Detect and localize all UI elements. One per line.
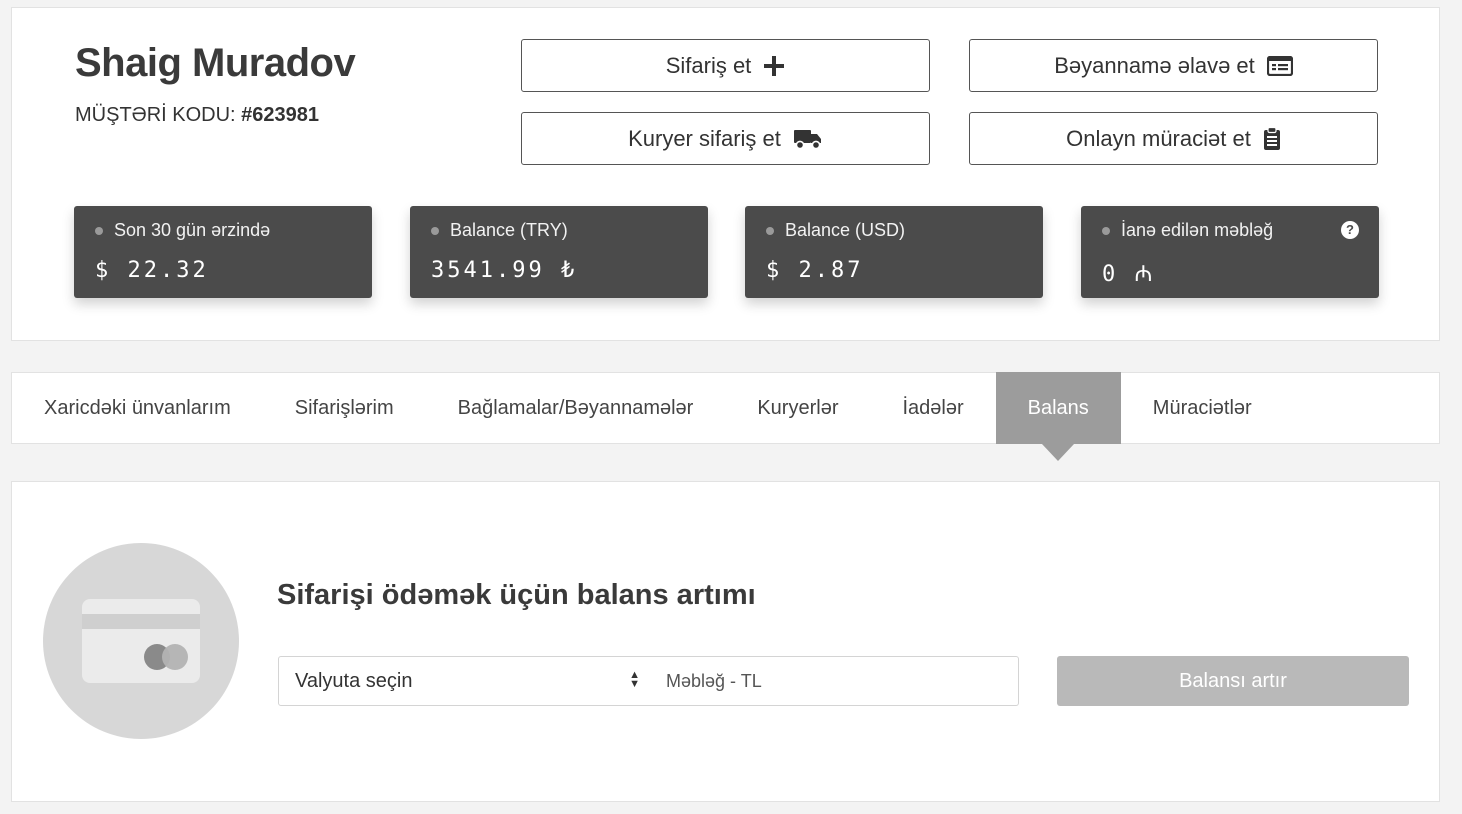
tab-couriers[interactable]: Kuryerlər [725, 373, 870, 443]
tab-packages-declarations[interactable]: Bağlamalar/Bəyannamələr [426, 373, 726, 443]
tab-requests[interactable]: Müraciətlər [1121, 373, 1284, 443]
add-declaration-button-label: Bəyannamə əlavə et [1054, 52, 1255, 78]
plus-icon [763, 55, 785, 77]
list-card-icon [1266, 55, 1293, 76]
card-stripe [82, 614, 200, 629]
tab-foreign-addresses[interactable]: Xaricdəki ünvanlarım [12, 373, 263, 443]
balance-panel: Sifarişi ödəmək üçün balans artımı Valyu… [11, 481, 1440, 802]
stat-value: $ 22.32 [95, 258, 209, 283]
tab-orders[interactable]: Sifarişlərim [263, 373, 426, 443]
order-courier-button-label: Kuryer sifariş et [628, 125, 781, 151]
stat-value: 3541.99 ₺ [431, 258, 578, 283]
currency-select[interactable]: Valyuta seçin ▲ ▼ [278, 656, 655, 706]
balance-title: Sifarişi ödəmək üçün balans artımı [277, 579, 756, 611]
card-logo-circle [162, 644, 188, 670]
stat-label: Son 30 gün ərzində [114, 220, 271, 240]
bullet-dot [766, 227, 774, 235]
order-button[interactable]: Sifariş et [521, 39, 930, 92]
stat-value: 0 ₼ [1102, 262, 1156, 287]
bullet-dot [431, 227, 439, 235]
card-shape [82, 599, 200, 683]
online-request-button-label: Onlayn müraciət et [1066, 125, 1251, 151]
customer-code: MÜŞTƏRİ KODU: #623981 [75, 104, 319, 127]
truck-icon [793, 128, 823, 150]
increase-balance-button[interactable]: Balansı artır [1057, 656, 1409, 706]
tab-balance[interactable]: Balans [995, 372, 1121, 444]
stat-label: İanə edilən məbləğ [1121, 220, 1274, 240]
select-arrows-icon: ▲ ▼ [629, 669, 640, 690]
bullet-dot [1102, 227, 1110, 235]
stat-label: Balance (USD) [785, 220, 906, 240]
credit-card-icon [43, 543, 239, 739]
stat-donated-amount: İanə edilən məbləğ 0 ₼ ? [1081, 206, 1379, 298]
question-circle-icon[interactable]: ? [1341, 221, 1359, 239]
stat-balance-try: Balance (TRY) 3541.99 ₺ [410, 206, 708, 298]
bullet-dot [95, 227, 103, 235]
online-request-button[interactable]: Onlayn müraciət et [969, 112, 1378, 165]
order-courier-button[interactable]: Kuryer sifariş et [521, 112, 930, 165]
stat-value: $ 2.87 [766, 258, 864, 283]
currency-select-value: Valyuta seçin [295, 669, 413, 692]
profile-card: Shaig Muradov MÜŞTƏRİ KODU: #623981 Sifa… [11, 7, 1440, 341]
customer-code-value: #623981 [241, 104, 320, 126]
tab-returns[interactable]: İadələr [870, 373, 995, 443]
customer-code-label: MÜŞTƏRİ KODU: [75, 104, 236, 126]
tabs-bar: Xaricdəki ünvanlarım Sifarişlərim Bağlam… [11, 372, 1440, 444]
stat-balance-usd: Balance (USD) $ 2.87 [745, 206, 1043, 298]
stat-label: Balance (TRY) [450, 220, 568, 240]
user-name: Shaig Muradov [75, 41, 356, 85]
amount-input[interactable] [654, 656, 1019, 706]
stat-last-30-days: Son 30 gün ərzində $ 22.32 [74, 206, 372, 298]
clipboard-icon [1263, 126, 1281, 151]
order-button-label: Sifariş et [665, 52, 752, 78]
add-declaration-button[interactable]: Bəyannamə əlavə et [969, 39, 1378, 92]
